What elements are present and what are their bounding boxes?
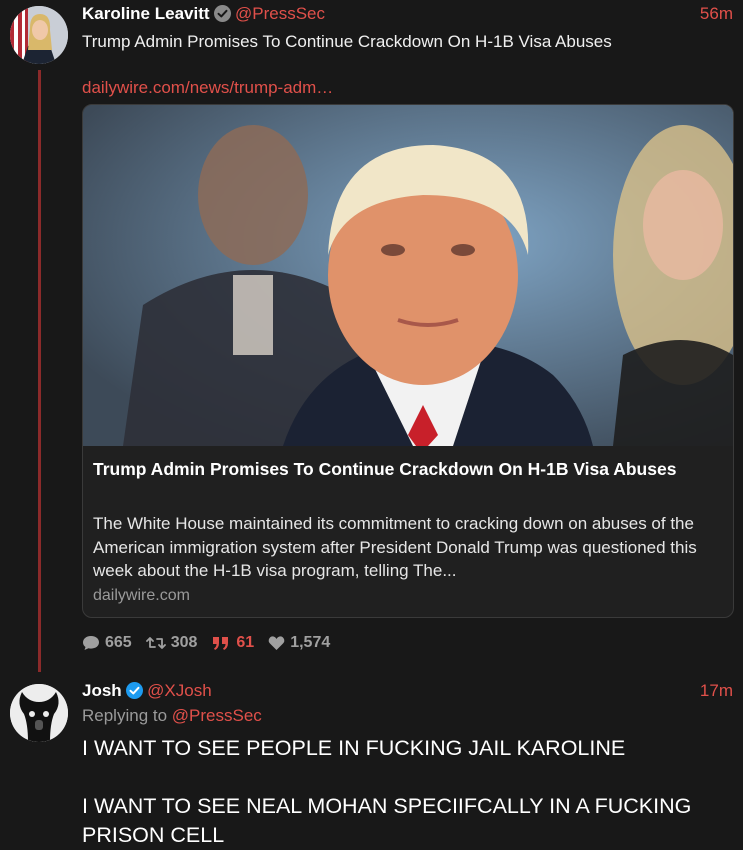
reply-button[interactable]: 665 — [82, 634, 132, 652]
replying-label: Replying to — [82, 706, 168, 725]
replying-handle[interactable]: @PressSec — [172, 706, 262, 725]
post-header: Karoline Leavitt @PressSec — [82, 4, 325, 26]
post-link[interactable]: dailywire.com/news/trump-adm… — [82, 78, 333, 98]
card-domain: dailywire.com — [93, 587, 190, 604]
quote-count: 61 — [236, 634, 255, 651]
thread-line — [38, 70, 41, 672]
reply-text: I WANT TO SEE PEOPLE IN FUCKING JAIL KAR… — [82, 736, 692, 847]
card-description: The White House maintained its commitmen… — [93, 514, 697, 580]
avatar-karoline[interactable] — [10, 6, 68, 64]
post-text: Trump Admin Promises To Continue Crackdo… — [82, 32, 612, 51]
author-handle[interactable]: @XJosh — [147, 681, 212, 700]
repost-icon — [145, 637, 166, 649]
reply-header: Josh @XJosh — [82, 681, 212, 701]
repost-button[interactable]: 308 — [145, 634, 198, 652]
author-name[interactable]: Karoline Leavitt — [82, 4, 210, 23]
card-title: Trump Admin Promises To Continue Crackdo… — [93, 459, 677, 479]
like-button[interactable]: 1,574 — [268, 634, 330, 652]
post-time[interactable]: 56m — [700, 4, 733, 24]
repost-count: 308 — [170, 634, 198, 651]
card-image — [83, 105, 733, 446]
link-preview-card[interactable]: Trump Admin Promises To Continue Crackdo… — [82, 104, 734, 618]
author-handle[interactable]: @PressSec — [235, 4, 325, 23]
reply-icon — [83, 636, 99, 650]
author-name[interactable]: Josh — [82, 681, 122, 700]
heart-icon — [268, 636, 285, 650]
quote-icon — [213, 637, 229, 650]
verified-badge-icon — [125, 682, 143, 699]
post-actions: 665 308 61 1,574 — [82, 632, 344, 654]
like-count: 1,574 — [290, 634, 331, 651]
quote-button[interactable]: 61 — [211, 634, 254, 652]
replying-to: Replying to @PressSec — [82, 706, 262, 726]
avatar-josh[interactable] — [10, 684, 68, 742]
verified-badge-icon — [213, 5, 231, 22]
reply-time[interactable]: 17m — [700, 681, 733, 701]
reply-count: 665 — [105, 634, 132, 651]
